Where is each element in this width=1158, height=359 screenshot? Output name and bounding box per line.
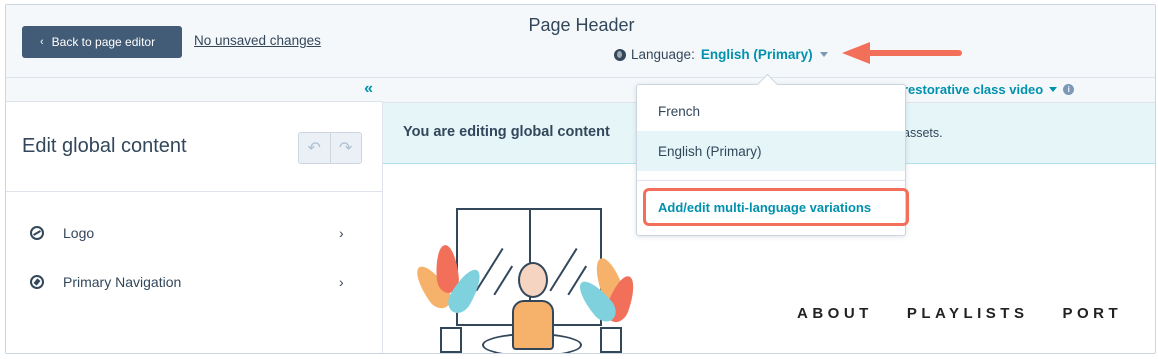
yoga-illustration [410,205,650,353]
logo-icon [30,226,44,240]
chevron-right-icon: › [339,274,344,290]
add-edit-language-variations-link[interactable]: Add/edit multi-language variations [643,188,909,226]
caret-down-icon [819,52,828,57]
redo-icon[interactable]: ↷ [331,133,362,163]
sidebar-item-label: Primary Navigation [63,274,182,290]
language-dropdown: French English (Primary) Add/edit multi-… [636,84,909,236]
sidebar: « Edit global content ↶ ↷ Logo › Primary… [6,78,383,353]
video-selector[interactable]: restorative class video i [903,82,1075,97]
banner-tail-text: assets. [903,126,943,140]
page-title: Page Header [528,15,635,35]
plant-pot [440,327,462,353]
back-button-label: Back to page editor [51,35,156,49]
sidebar-item-label: Logo [63,225,95,241]
caret-down-icon [1049,87,1058,92]
chevron-left-icon: ‹ [40,36,44,48]
info-icon[interactable]: i [1063,84,1075,95]
dropdown-divider [637,180,905,181]
collapse-sidebar-icon[interactable]: « [364,80,373,98]
site-navigation: ABOUT PLAYLISTS PORT [797,305,1122,322]
site-nav-item[interactable]: PLAYLISTS [907,305,1029,322]
language-value[interactable]: English (Primary) [701,47,813,62]
compass-icon [30,275,44,289]
site-nav-item[interactable]: ABOUT [797,305,873,322]
top-bar: ‹ Back to page editor No unsaved changes… [6,5,1155,78]
language-option-english[interactable]: English (Primary) [637,131,905,171]
sidebar-item-primary-navigation[interactable]: Primary Navigation › [6,267,383,297]
language-label: Language: [631,47,695,62]
sidebar-collapse-bar: « [6,78,383,102]
plant-pot [600,327,622,353]
undo-redo-group: ↶ ↷ [298,132,362,164]
sidebar-title: Edit global content [22,135,187,157]
callout-arrow-shaft [866,50,962,56]
person-body [512,300,554,350]
video-selector-label: restorative class video [903,82,1044,97]
chevron-right-icon: › [339,225,344,241]
person-head [518,262,548,298]
sidebar-item-logo[interactable]: Logo › [6,218,383,248]
banner-text: You are editing global content [403,124,610,140]
site-nav-item[interactable]: PORT [1062,305,1122,322]
language-option-french[interactable]: French [637,91,905,131]
undo-icon[interactable]: ↶ [299,133,331,163]
app-frame: ‹ Back to page editor No unsaved changes… [5,4,1156,354]
globe-icon [614,48,626,61]
language-selector[interactable]: Language: English (Primary) [614,47,828,62]
sidebar-divider [6,191,383,192]
